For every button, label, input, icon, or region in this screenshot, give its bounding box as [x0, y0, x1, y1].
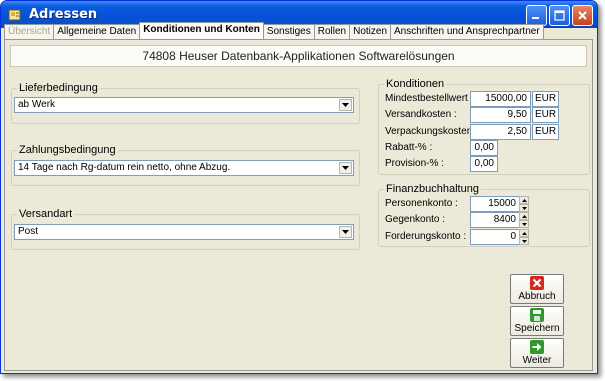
- tab-rollen[interactable]: Rollen: [313, 24, 351, 39]
- zahlungsbedingung-value: 14 Tage nach Rg-datum rein netto, ohne A…: [18, 162, 231, 173]
- verpackungskosten-unit: EUR: [532, 124, 559, 140]
- abbruch-button[interactable]: Abbruch: [510, 274, 564, 304]
- spin-up-icon: [521, 198, 527, 202]
- versandkosten-label: Versandkosten :: [385, 109, 457, 120]
- versandart-value: Post: [18, 226, 39, 237]
- cancel-x-icon: [530, 276, 544, 290]
- versandart-legend: Versandart: [19, 208, 73, 220]
- chevron-down-icon: [342, 166, 349, 170]
- tab-uebersicht: Übersicht: [4, 24, 55, 39]
- personenkonto-label: Personenkonto :: [385, 198, 458, 209]
- mindestbestellwert-unit: EUR: [532, 91, 559, 107]
- konditionen-legend: Konditionen: [386, 78, 445, 90]
- versandkosten-field[interactable]: 9,50: [470, 107, 531, 123]
- spin-down-button[interactable]: [519, 220, 529, 228]
- rabatt-field[interactable]: 0,00: [470, 140, 498, 156]
- forderungskonto-label: Forderungskonto :: [385, 231, 467, 242]
- tab-konditionen-und-konten[interactable]: Konditionen und Konten: [139, 22, 264, 39]
- tab-notizen[interactable]: Notizen: [349, 24, 392, 39]
- mindestbestellwert-label: Mindestbestellwert :: [385, 93, 474, 104]
- versandart-select[interactable]: Post: [14, 224, 354, 240]
- tab-strip: Übersicht Allgemeine Daten Konditionen u…: [4, 22, 544, 39]
- verpackungskosten-field[interactable]: 2,50: [470, 124, 531, 140]
- weiter-button[interactable]: Weiter: [510, 338, 564, 368]
- tab-allgemeine-daten[interactable]: Allgemeine Daten: [53, 24, 141, 39]
- personenkonto-field[interactable]: 15000: [470, 196, 520, 212]
- lieferbedingung-legend: Lieferbedingung: [19, 82, 98, 94]
- spin-down-button[interactable]: [519, 237, 529, 245]
- chevron-down-icon: [342, 103, 349, 107]
- verpackungskosten-label: Verpackungskosten :: [385, 126, 478, 137]
- lieferbedingung-value: ab Werk: [18, 99, 56, 110]
- speichern-label: Speichern: [514, 323, 560, 334]
- spin-up-icon: [521, 214, 527, 218]
- chevron-down-icon: [342, 230, 349, 234]
- save-icon: [530, 308, 544, 322]
- finanzbuchhaltung-legend: Finanzbuchhaltung: [386, 183, 479, 195]
- versandart-dropdown-button[interactable]: [339, 226, 352, 238]
- spin-up-button[interactable]: [519, 196, 529, 204]
- maximize-button[interactable]: [549, 5, 570, 26]
- window-title: Adressen: [29, 7, 98, 22]
- spin-down-icon: [521, 239, 527, 243]
- close-icon: [578, 11, 587, 20]
- abbruch-label: Abbruch: [518, 291, 556, 302]
- arrow-right-icon: [530, 340, 544, 354]
- zahlungsbedingung-legend: Zahlungsbedingung: [19, 144, 116, 156]
- lieferbedingung-dropdown-button[interactable]: [339, 99, 352, 111]
- gegenkonto-label: Gegenkonto :: [385, 214, 446, 225]
- lieferbedingung-select[interactable]: ab Werk: [14, 97, 354, 113]
- close-button[interactable]: [572, 5, 593, 26]
- tab-sonstiges[interactable]: Sonstiges: [262, 24, 315, 39]
- minimize-icon: [532, 17, 539, 19]
- spin-down-icon: [521, 222, 527, 226]
- app-icon: [7, 7, 23, 23]
- zahlungsbedingung-select[interactable]: 14 Tage nach Rg-datum rein netto, ohne A…: [14, 160, 354, 176]
- gegenkonto-field[interactable]: 8400: [470, 212, 520, 228]
- provision-field[interactable]: 0,00: [470, 156, 498, 172]
- spin-up-button[interactable]: [519, 229, 529, 237]
- forderungskonto-field[interactable]: 0: [470, 229, 520, 245]
- speichern-button[interactable]: Speichern: [510, 306, 564, 336]
- versandkosten-unit: EUR: [532, 107, 559, 123]
- spin-down-icon: [521, 206, 527, 210]
- company-name: 74808 Heuser Datenbank-Applikationen Sof…: [10, 45, 587, 67]
- forderungskonto-spinner[interactable]: [519, 229, 529, 245]
- spin-down-button[interactable]: [519, 204, 529, 212]
- personenkonto-spinner[interactable]: [519, 196, 529, 212]
- weiter-label: Weiter: [522, 355, 552, 366]
- adressen-window: Adressen Übersicht Allgemeine Daten Kond…: [0, 0, 598, 374]
- zahlungsbedingung-dropdown-button[interactable]: [339, 162, 352, 174]
- tab-panel: 74808 Heuser Datenbank-Applikationen Sof…: [4, 39, 593, 371]
- mindestbestellwert-field[interactable]: 15000,00: [470, 91, 531, 107]
- spin-up-button[interactable]: [519, 212, 529, 220]
- maximize-icon: [554, 10, 565, 21]
- gegenkonto-spinner[interactable]: [519, 212, 529, 228]
- provision-label: Provision-% :: [385, 158, 444, 169]
- tab-anschriften[interactable]: Anschriften und Ansprechpartner: [390, 24, 544, 39]
- spin-up-icon: [521, 231, 527, 235]
- rabatt-label: Rabatt-% :: [385, 142, 433, 153]
